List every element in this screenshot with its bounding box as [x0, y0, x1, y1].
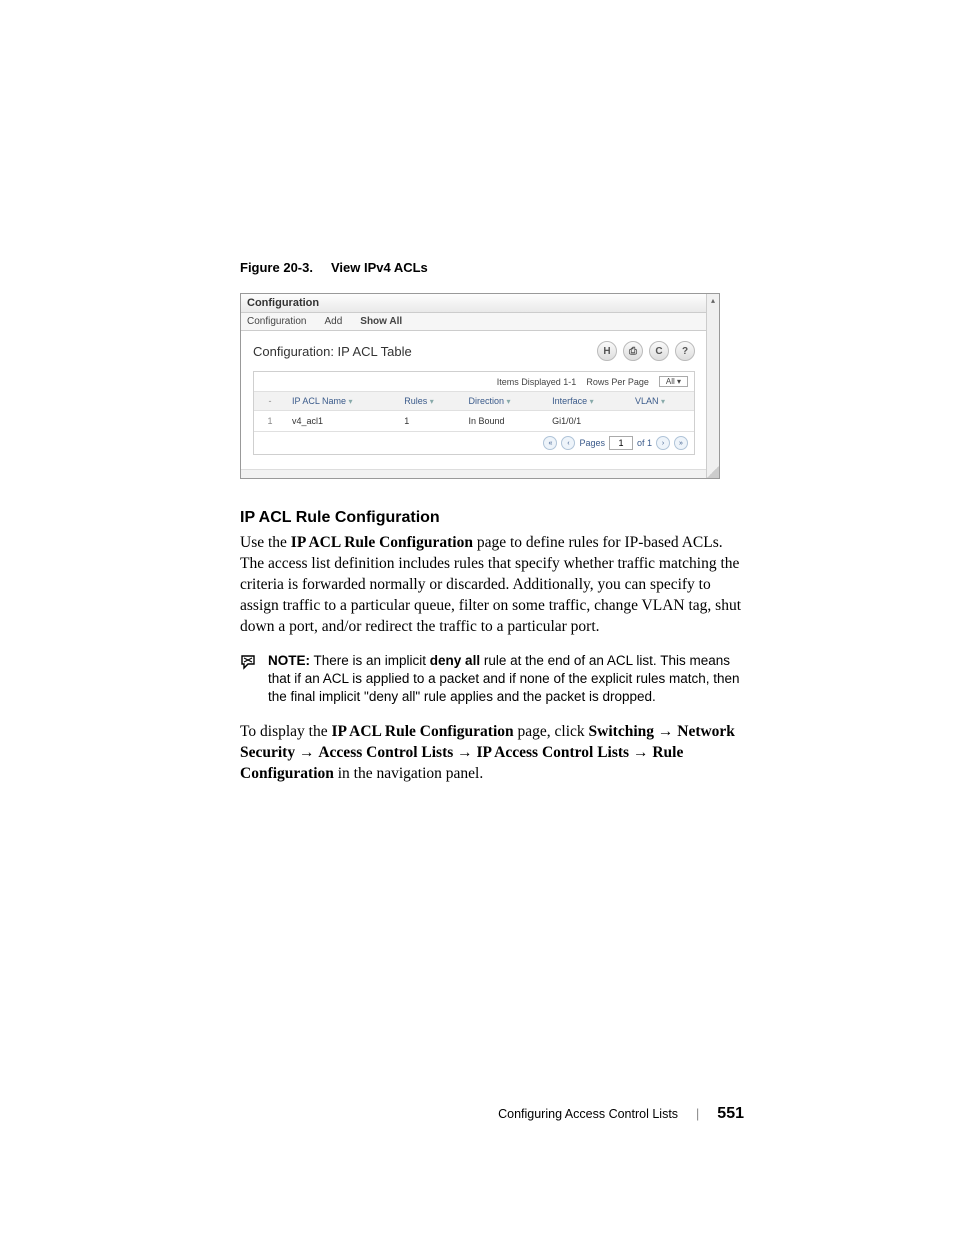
note-block: NOTE: There is an implicit deny all rule… [240, 652, 744, 707]
tab-add[interactable]: Add [324, 316, 342, 327]
scrollbar[interactable]: ▴ [706, 294, 719, 478]
cell-vlan [629, 411, 694, 432]
footer-page-number: 551 [717, 1105, 744, 1123]
note-icon [240, 654, 258, 670]
cell-direction: In Bound [463, 411, 547, 432]
pager-page-input[interactable] [609, 436, 633, 450]
section-heading: IP ACL Rule Configuration [240, 509, 744, 527]
page-footer: Configuring Access Control Lists | 551 [240, 1105, 744, 1123]
col-interface[interactable]: Interface ▾ [546, 392, 629, 411]
refresh-icon[interactable]: C [649, 341, 669, 361]
col-index: - [254, 392, 286, 411]
save-icon[interactable]: H [597, 341, 617, 361]
screenshot-ip-acl-table: Configuration Configuration Add Show All… [240, 293, 720, 479]
footer-separator: | [696, 1107, 699, 1121]
pager-next-icon[interactable]: › [656, 436, 670, 450]
scroll-up-icon[interactable]: ▴ [707, 294, 719, 306]
rows-per-page-select[interactable]: All ▾ [659, 376, 688, 387]
paragraph-2: To display the IP ACL Rule Configuration… [240, 722, 744, 785]
cell-rules: 1 [398, 411, 462, 432]
acl-table: - IP ACL Name ▾ Rules ▾ Direction ▾ Inte… [254, 392, 694, 431]
print-icon[interactable]: ⎙ [623, 341, 643, 361]
footer-chapter: Configuring Access Control Lists [498, 1107, 678, 1121]
nav-ip-acl: IP Access Control Lists [477, 744, 630, 761]
cell-index: 1 [254, 411, 286, 432]
table-row: 1 v4_acl1 1 In Bound Gi1/0/1 [254, 411, 694, 432]
rows-per-page-label: Rows Per Page [586, 377, 649, 387]
pager-prev-icon[interactable]: ‹ [561, 436, 575, 450]
help-icon[interactable]: ? [675, 341, 695, 361]
nav-acl: Access Control Lists [318, 744, 453, 761]
pager: « ‹ Pages of 1 › » [254, 431, 694, 454]
cell-interface: Gi1/0/1 [546, 411, 629, 432]
acl-table-wrap: Items Displayed 1-1 Rows Per Page All ▾ … [253, 371, 695, 455]
figure-title: View IPv4 ACLs [331, 260, 428, 275]
figure-label: Figure 20-3. [240, 260, 313, 275]
pager-last-icon[interactable]: » [674, 436, 688, 450]
tab-bar: Configuration Add Show All [241, 313, 707, 331]
pager-pages-label: Pages [579, 438, 605, 448]
col-vlan[interactable]: VLAN ▾ [629, 392, 694, 411]
bold-deny-all: deny all [430, 653, 480, 668]
col-direction[interactable]: Direction ▾ [463, 392, 547, 411]
nav-switching: Switching [589, 723, 654, 740]
paragraph-1: Use the IP ACL Rule Configuration page t… [240, 533, 744, 638]
tab-show-all[interactable]: Show All [360, 316, 402, 327]
panel-title: Configuration: IP ACL Table [253, 344, 412, 359]
tab-configuration[interactable]: Configuration [247, 316, 306, 327]
bold-ip-acl-rule-config: IP ACL Rule Configuration [291, 534, 473, 551]
note-label: NOTE: [268, 653, 310, 668]
pager-first-icon[interactable]: « [543, 436, 557, 450]
col-ip-acl-name[interactable]: IP ACL Name ▾ [286, 392, 398, 411]
resize-grip-icon[interactable] [707, 466, 719, 478]
col-rules[interactable]: Rules ▾ [398, 392, 462, 411]
items-displayed: Items Displayed 1-1 [497, 377, 577, 387]
action-icons: H ⎙ C ? [597, 341, 695, 361]
window-title: Configuration [241, 294, 707, 313]
pager-of-label: of 1 [637, 438, 652, 448]
figure-caption: Figure 20-3. View IPv4 ACLs [240, 260, 744, 275]
cell-name: v4_acl1 [286, 411, 398, 432]
